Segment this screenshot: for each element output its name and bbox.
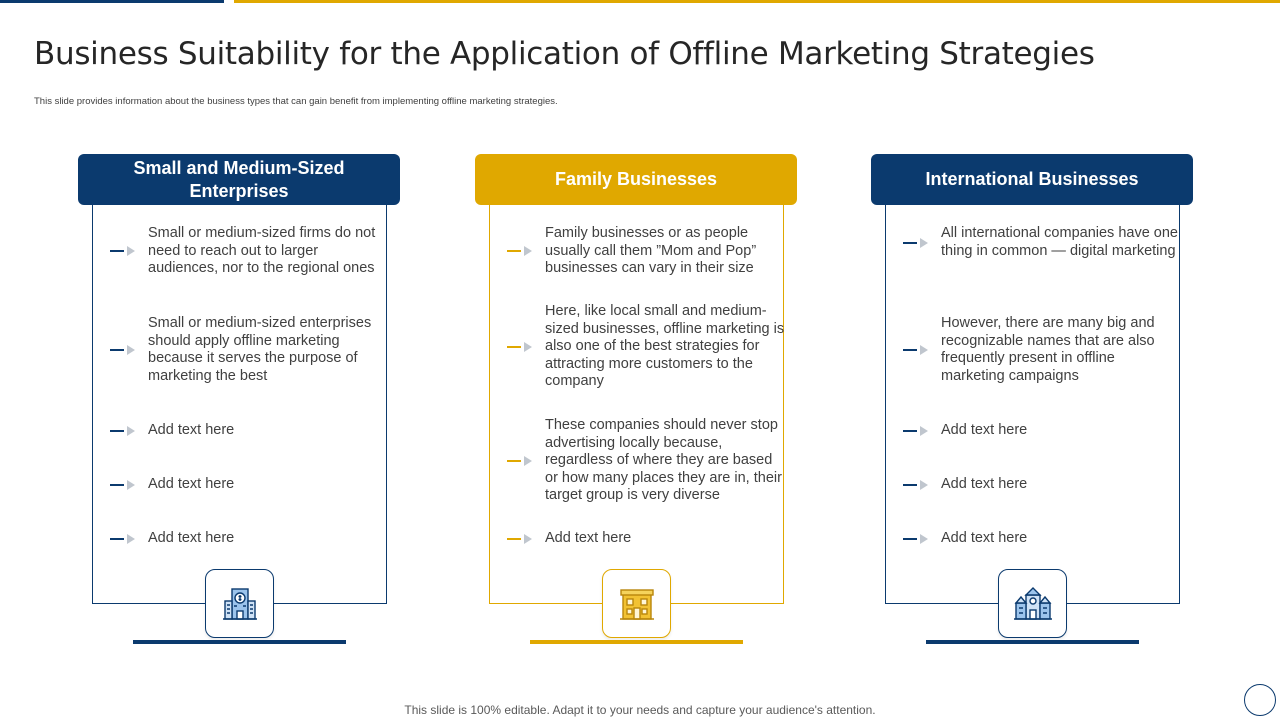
column-header: International Businesses (871, 154, 1193, 205)
list-item: Add text here (903, 530, 1181, 548)
list-item-text: Add text here (941, 476, 1028, 492)
corner-circle-icon (1244, 684, 1276, 716)
list-item: Add text here (903, 422, 1181, 440)
list-item: Add text here (507, 530, 785, 548)
arrow-right-icon (507, 246, 535, 257)
list-item: Add text here (110, 530, 388, 548)
column-header: Small and Medium-Sized Enterprises (78, 154, 400, 205)
list-item-text: All international companies have one thi… (941, 225, 1178, 259)
list-item-text: Small or medium-sized firms do not need … (148, 225, 376, 277)
column-international-businesses: All international companies have one thi… (871, 154, 1193, 644)
slide-subtitle: This slide provides information about th… (34, 96, 558, 107)
list-item: Family businesses or as people usually c… (507, 225, 785, 278)
list-item: Small or medium-sized enterprises should… (110, 315, 388, 385)
top-accent-bar-gold (234, 0, 1280, 3)
arrow-right-icon (903, 479, 931, 490)
arrow-right-icon (903, 533, 931, 544)
arrow-right-icon (110, 345, 138, 356)
list-item: All international companies have one thi… (903, 225, 1181, 260)
arrow-right-icon (507, 341, 535, 352)
list-item: Small or medium-sized firms do not need … (110, 225, 388, 278)
column-baseline (133, 640, 346, 644)
arrow-right-icon (110, 479, 138, 490)
column-header: Family Businesses (475, 154, 797, 205)
list-item: However, there are many big and recogniz… (903, 315, 1181, 385)
list-item-text: Family businesses or as people usually c… (545, 225, 757, 277)
column-small-medium-enterprises: Small or medium-sized firms do not need … (78, 154, 400, 644)
arrow-right-icon (507, 455, 535, 466)
list-item-text: Add text here (941, 422, 1028, 438)
column-frame: Small or medium-sized firms do not need … (92, 194, 387, 604)
column-baseline (530, 640, 743, 644)
column-family-businesses: Family businesses or as people usually c… (475, 154, 797, 644)
city-buildings-icon (998, 569, 1067, 638)
storefront-icon (602, 569, 671, 638)
list-item: Add text here (110, 476, 388, 494)
list-item-text: Add text here (148, 476, 235, 492)
list-item-text: Add text here (545, 530, 632, 546)
arrow-right-icon (110, 246, 138, 257)
column-frame: All international companies have one thi… (885, 194, 1180, 604)
slide-title: Business Suitability for the Application… (34, 36, 1095, 72)
list-item: Add text here (903, 476, 1181, 494)
list-item: Here, like local small and medium-sized … (507, 303, 785, 391)
list-item-text: These companies should never stop advert… (545, 417, 782, 504)
bank-building-icon (205, 569, 274, 638)
slide-footer: This slide is 100% editable. Adapt it to… (404, 703, 876, 717)
list-item-text: However, there are many big and recogniz… (941, 315, 1155, 384)
arrow-right-icon (507, 533, 535, 544)
list-item-text: Small or medium-sized enterprises should… (148, 315, 372, 384)
list-item-text: Add text here (148, 530, 235, 546)
list-item-text: Add text here (941, 530, 1028, 546)
list-item: Add text here (110, 422, 388, 440)
column-baseline (926, 640, 1139, 644)
list-item-text: Here, like local small and medium-sized … (545, 303, 785, 390)
arrow-right-icon (110, 425, 138, 436)
arrow-right-icon (903, 425, 931, 436)
arrow-right-icon (903, 237, 931, 248)
arrow-right-icon (903, 345, 931, 356)
top-accent-bar-navy (0, 0, 224, 3)
list-item-text: Add text here (148, 422, 235, 438)
arrow-right-icon (110, 533, 138, 544)
column-frame: Family businesses or as people usually c… (489, 194, 784, 604)
list-item: These companies should never stop advert… (507, 417, 785, 505)
